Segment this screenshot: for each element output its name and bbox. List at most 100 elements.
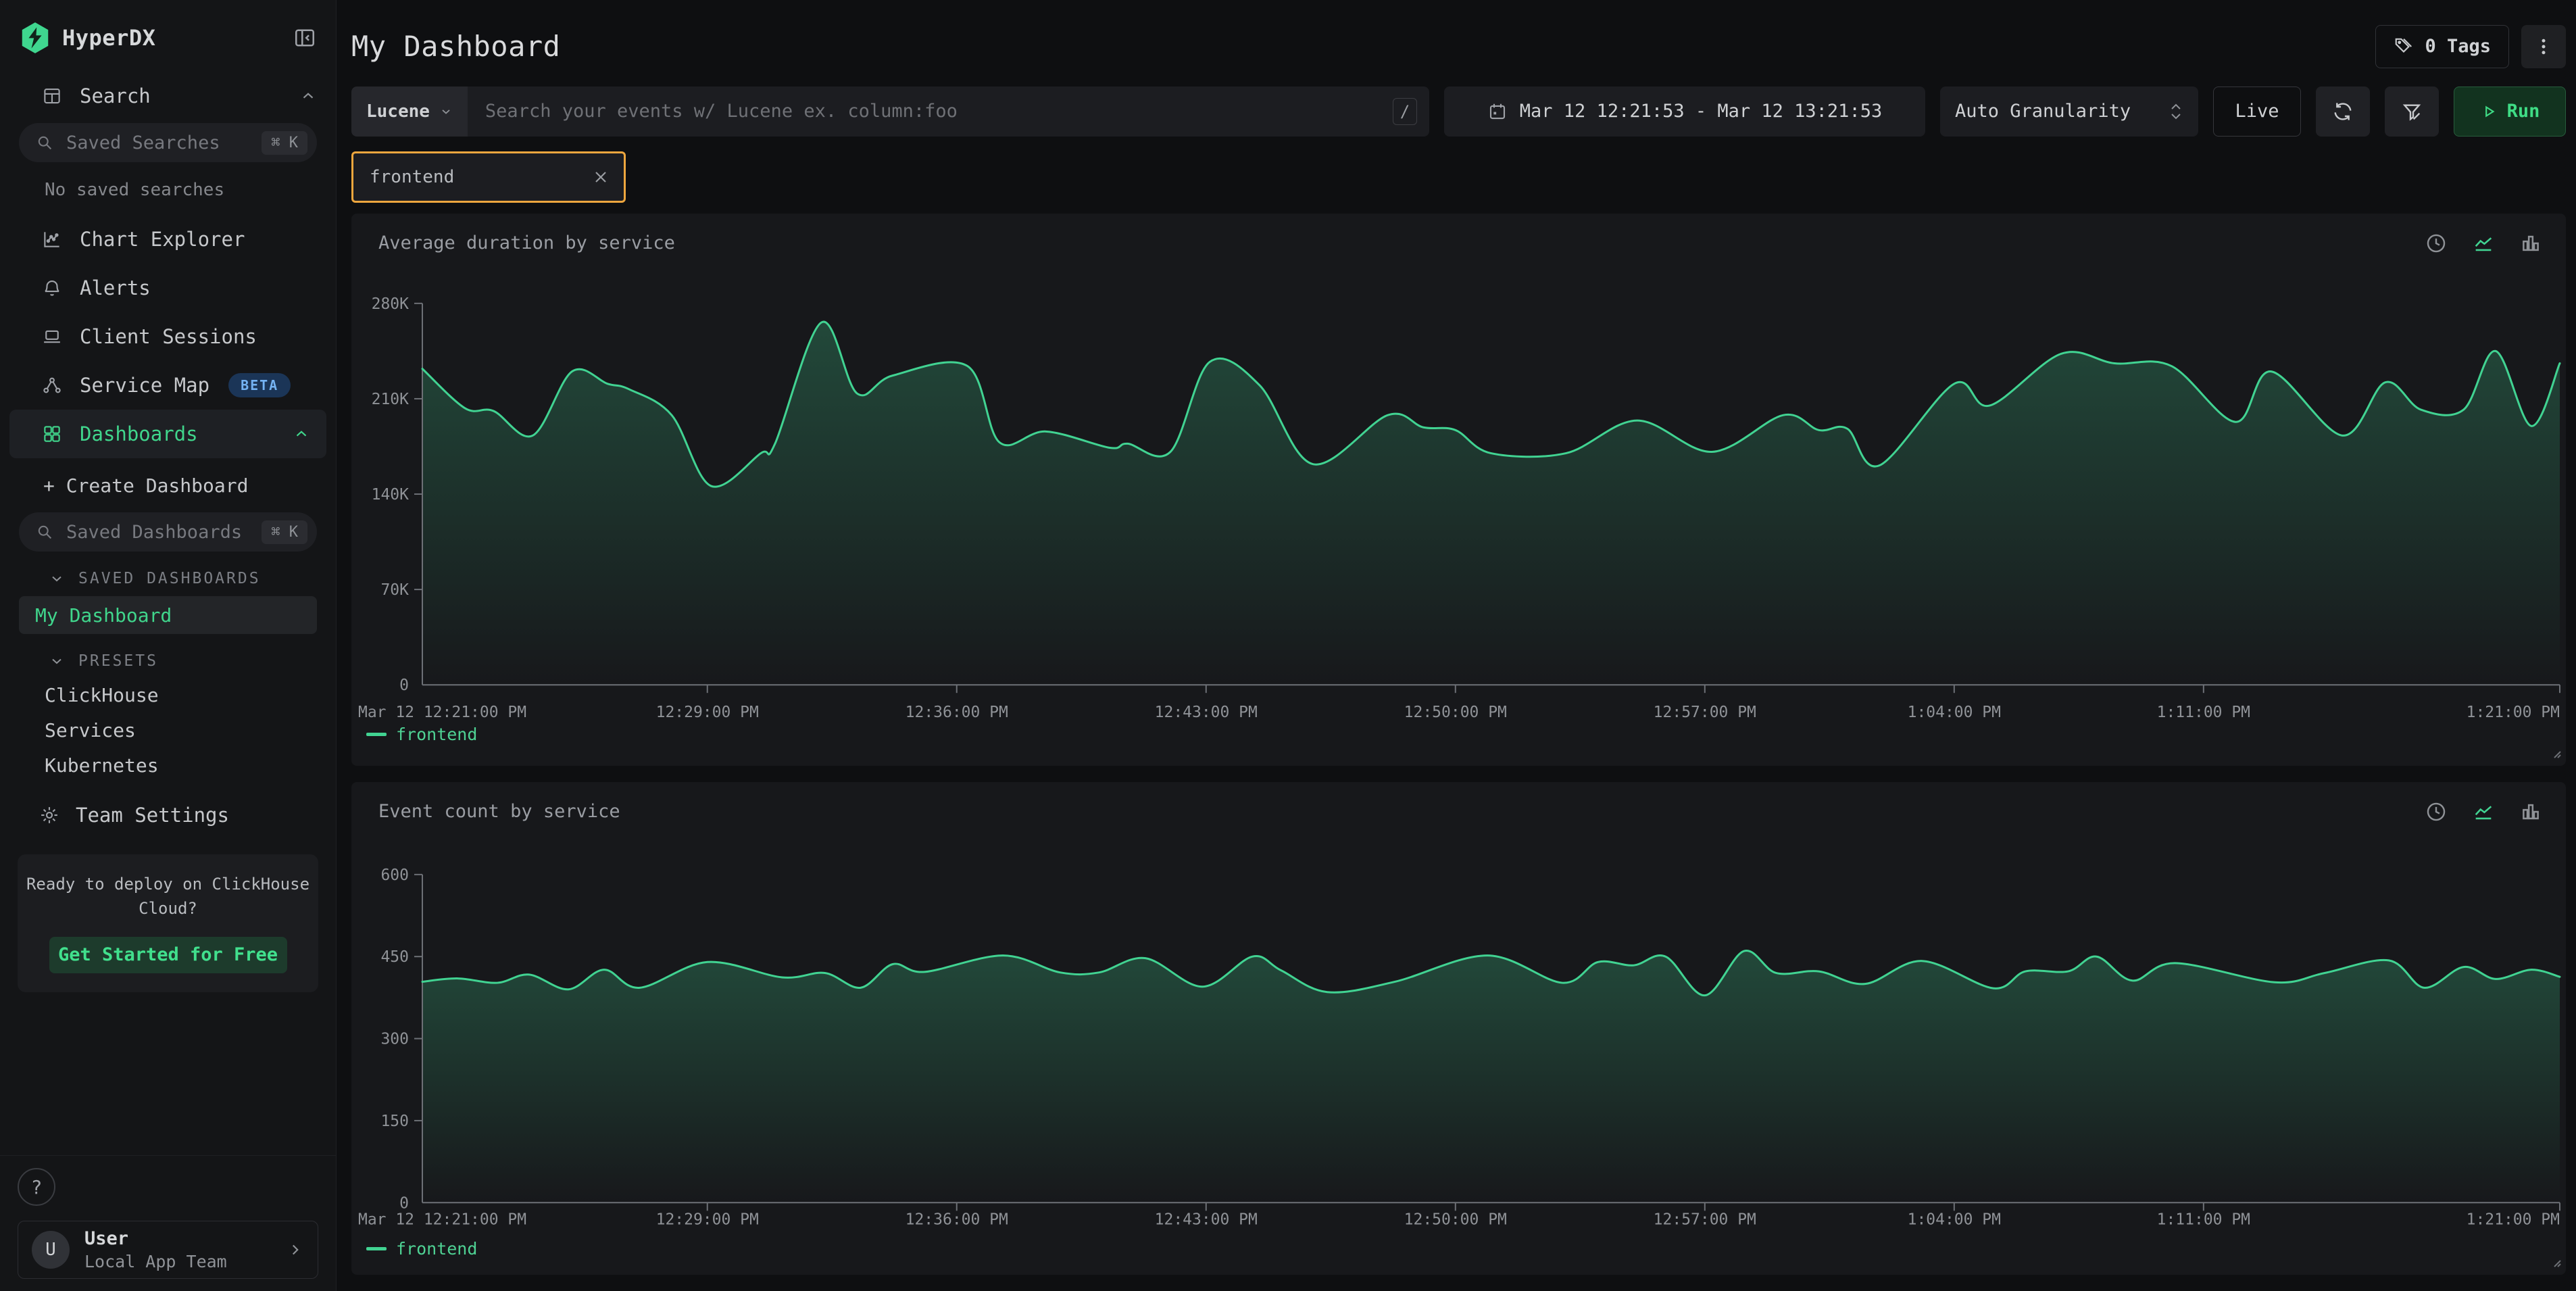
refresh-button[interactable] [2316,87,2370,137]
line-chart-toggle-icon[interactable] [2469,797,2498,827]
calendar-icon [1487,101,1508,122]
user-name: User [84,1228,287,1249]
filter-button[interactable] [2385,87,2439,137]
service-map-icon [42,375,62,395]
preset-services[interactable]: Services [0,712,336,748]
get-started-button[interactable]: Get Started for Free [49,937,287,973]
resize-handle[interactable] [2550,1256,2562,1271]
svg-text:1:04:00 PM: 1:04:00 PM [1908,1211,2001,1228]
sidebar-item-label: Service Map [80,374,209,397]
help-glyph: ? [31,1176,43,1198]
saved-dashboard-my-dashboard[interactable]: My Dashboard [19,596,317,634]
team-settings-label: Team Settings [76,804,229,827]
preset-label: Kubernetes [45,754,159,777]
query-toolbar: Lucene / Mar 12 12:21:53 - Mar 12 13:21:… [351,87,2566,137]
page-title: My Dashboard [351,30,560,63]
refresh-icon [2332,101,2354,122]
sidebar-item-label: Dashboards [80,422,198,445]
sidebar-item-team-settings[interactable]: Team Settings [0,791,336,839]
close-icon[interactable] [591,168,610,187]
run-button[interactable]: Run [2454,87,2566,137]
beta-badge: BETA [228,373,291,397]
legend-item[interactable]: frontend [366,1239,477,1259]
saved-searches-input[interactable]: Saved Searches ⌘ K [19,123,317,162]
search-group: Lucene / [351,87,1429,137]
legend-series-name: frontend [396,725,477,744]
dashboard-menu-button[interactable] [2521,25,2566,68]
run-label: Run [2507,101,2540,122]
chart-canvas[interactable]: 0150300450600Mar 12 12:21:00 PM12:29:00 … [351,782,2566,1275]
sidebar-item-client-sessions[interactable]: Client Sessions [0,312,336,361]
sidebar-item-chart-explorer[interactable]: Chart Explorer [0,215,336,264]
svg-text:140K: 140K [372,486,410,504]
resize-handle[interactable] [2550,747,2562,762]
time-range-icon[interactable] [2421,797,2451,827]
svg-text:12:43:00 PM: 12:43:00 PM [1155,704,1258,721]
sidebar-item-dashboards[interactable]: Dashboards [9,410,326,458]
dots-vertical-icon [2533,36,2554,57]
granularity-value: Auto Granularity [1955,101,2131,122]
svg-text:12:43:00 PM: 12:43:00 PM [1155,1211,1258,1228]
group-saved-dashboards[interactable]: SAVED DASHBOARDS [0,562,336,595]
tag-icon [2394,36,2414,57]
line-chart-toggle-icon[interactable] [2469,228,2498,258]
svg-text:450: 450 [380,948,409,966]
chevron-down-icon [439,105,453,118]
sidebar-item-service-map[interactable]: Service Map BETA [0,361,336,410]
group-presets[interactable]: PRESETS [0,645,336,677]
legend-item[interactable]: frontend [366,725,477,744]
filter-edit-icon [2401,101,2423,122]
search-input[interactable] [468,87,1429,137]
preset-clickhouse[interactable]: ClickHouse [0,677,336,712]
svg-text:12:50:00 PM: 12:50:00 PM [1404,1211,1507,1228]
svg-text:Mar 12 12:21:00 PM: Mar 12 12:21:00 PM [358,1211,526,1228]
sidebar-collapse-icon[interactable] [293,26,317,50]
create-dashboard-button[interactable]: + Create Dashboard [0,464,336,507]
bar-chart-toggle-icon[interactable] [2516,797,2546,827]
chart-card-average-duration: Average duration by service 070K140K210K… [351,214,2566,766]
chart-title: Average duration by service [378,233,675,253]
legend-series-name: frontend [396,1239,477,1259]
chart-canvas[interactable]: 070K140K210K280KMar 12 12:21:00 PM12:29:… [351,214,2566,766]
chevron-up-icon [299,87,317,105]
date-range-button[interactable]: Mar 12 12:21:53 - Mar 12 13:21:53 [1444,87,1925,137]
preset-kubernetes[interactable]: Kubernetes [0,748,336,783]
slash-shortcut-hint: / [1393,98,1417,125]
help-button[interactable]: ? [18,1168,55,1206]
play-icon [2480,103,2498,120]
svg-text:12:36:00 PM: 12:36:00 PM [906,1211,1008,1228]
dashboard-filter-chip[interactable]: frontend [351,151,626,203]
chart-card-event-count: Event count by service 0150300450600Mar … [351,782,2566,1275]
user-menu[interactable]: U User Local App Team [18,1221,318,1279]
svg-text:300: 300 [380,1030,409,1048]
sidebar-item-alerts[interactable]: Alerts [0,264,336,312]
svg-text:210K: 210K [372,391,410,408]
dashboards-grid-icon [42,424,62,444]
live-label: Live [2235,101,2279,122]
chart-legend: frontend [366,725,477,744]
chart-explorer-icon [42,229,62,249]
saved-dashboards-input[interactable]: Saved Dashboards ⌘ K [19,512,317,552]
time-range-icon[interactable] [2421,228,2451,258]
svg-text:1:11:00 PM: 1:11:00 PM [2157,1211,2250,1228]
sidebar-bottom: ? U User Local App Team [0,1155,336,1291]
user-team: Local App Team [84,1252,287,1271]
svg-text:0: 0 [399,677,409,694]
chart-legend: frontend [366,1239,477,1259]
sidebar: HyperDX Search Saved Searches ⌘ K No sav… [0,0,337,1291]
sidebar-section-search[interactable]: Search [0,80,336,112]
group-label: PRESETS [78,652,158,670]
granularity-select[interactable]: Auto Granularity [1940,87,2198,137]
language-value: Lucene [366,101,430,122]
section-search-label: Search [80,84,151,107]
chevron-right-icon [287,1241,304,1259]
brand-name: HyperDX [62,25,155,51]
bar-chart-toggle-icon[interactable] [2516,228,2546,258]
hyperdx-logo-icon [20,22,50,54]
sidebar-item-label: Alerts [80,276,151,299]
live-button[interactable]: Live [2213,87,2301,137]
language-select[interactable]: Lucene [351,87,468,137]
tags-button[interactable]: 0 Tags [2375,25,2509,68]
svg-text:150: 150 [380,1113,409,1130]
legend-swatch [366,733,387,736]
